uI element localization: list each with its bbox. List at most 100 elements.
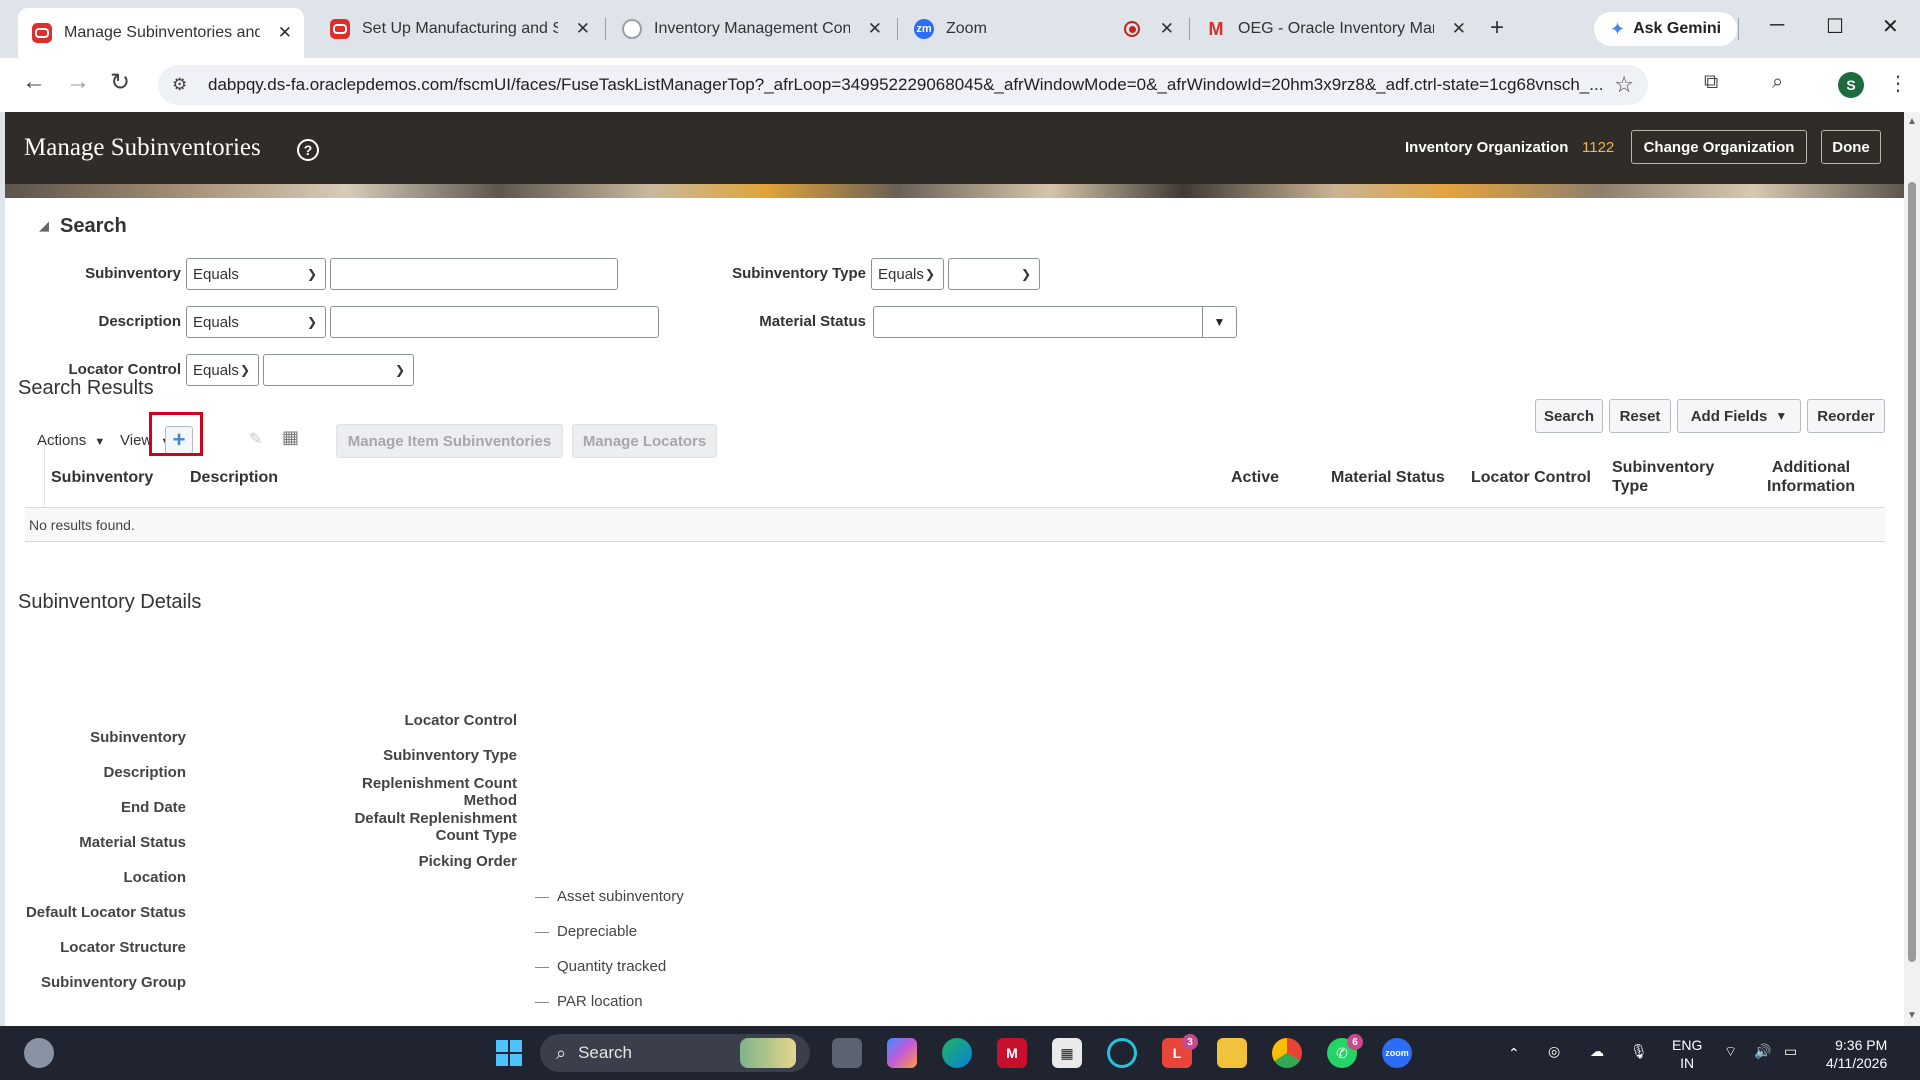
gemini-label: Ask Gemini	[1633, 20, 1722, 37]
description-operator-select[interactable]: Equals ❯	[186, 306, 326, 338]
locator-control-operator-select[interactable]: Equals ❯	[186, 354, 259, 386]
close-icon[interactable]: ✕	[1160, 19, 1174, 39]
scrollbar-thumb[interactable]	[1908, 182, 1916, 962]
zoom-icon[interactable]: zoom	[1382, 1038, 1412, 1068]
copilot-icon[interactable]	[887, 1038, 917, 1068]
windows-start-icon[interactable]	[494, 1038, 524, 1068]
extensions-icon[interactable]: ⧉	[1704, 71, 1718, 94]
language-indicator[interactable]: ENG IN	[1672, 1036, 1702, 1072]
bookmark-star-icon[interactable]: ☆	[1614, 72, 1634, 98]
onedrive-icon[interactable]: ☁	[1590, 1042, 1604, 1060]
label-line: Default Replenishment	[354, 810, 517, 827]
tab-separator	[1189, 18, 1190, 40]
zoom-icon: zm	[914, 19, 934, 39]
close-icon[interactable]: ✕	[576, 19, 590, 39]
address-bar[interactable]: ⚙ dabpqy.ds-fa.oraclepdemos.com/fscmUI/f…	[158, 65, 1648, 105]
operator-value: Equals	[193, 265, 239, 283]
subinventory-operator-select[interactable]: Equals ❯	[186, 258, 326, 290]
subinventory-details-title: Subinventory Details	[18, 591, 202, 613]
sync-icon[interactable]: ◎	[1548, 1042, 1560, 1060]
reload-icon[interactable]: ↻	[110, 68, 130, 97]
l-app-icon[interactable]: L3	[1162, 1034, 1198, 1068]
tab-setup-manufacturing[interactable]: Set Up Manufacturing and Sup ✕	[316, 10, 602, 48]
microsoft-store-icon[interactable]: ▦	[1052, 1038, 1082, 1068]
ask-gemini-button[interactable]: ✦ Ask Gemini	[1594, 12, 1738, 46]
tab-separator	[1738, 18, 1739, 40]
edge-icon[interactable]	[942, 1038, 972, 1068]
subinventory-type-value-select[interactable]: ❯	[948, 258, 1040, 290]
show-hidden-icons-icon[interactable]: ⌃	[1508, 1044, 1520, 1062]
chrome-icon[interactable]	[1272, 1038, 1302, 1068]
new-tab-icon[interactable]: +	[1490, 14, 1504, 42]
description-input[interactable]	[330, 306, 659, 338]
tab-separator	[897, 18, 898, 40]
scroll-up-icon[interactable]: ▲	[1907, 116, 1917, 127]
locator-control-label: Locator Control	[68, 361, 182, 378]
forward-icon[interactable]: →	[66, 68, 90, 96]
close-icon[interactable]: ✕	[868, 19, 882, 39]
profile-avatar[interactable]: S	[1838, 72, 1864, 98]
cortana-icon[interactable]	[1107, 1038, 1137, 1068]
close-icon[interactable]: ✕	[278, 23, 292, 43]
mcafee-icon[interactable]: M	[997, 1038, 1027, 1068]
dropdown-arrow-icon[interactable]: ▼	[1202, 307, 1236, 337]
tab-zoom[interactable]: zm Zoom ✕	[900, 10, 1186, 48]
detail-label-description: Description	[103, 764, 186, 781]
column-subinventory-type[interactable]: Subinventory Type	[1612, 458, 1714, 496]
back-icon[interactable]: ←	[22, 68, 46, 96]
material-status-label: Material Status	[759, 313, 866, 330]
scroll-down-icon[interactable]: ▼	[1907, 1010, 1917, 1021]
detach-table-icon[interactable]: ▦	[282, 427, 299, 448]
tab-inventory-config[interactable]: Inventory Management Config ✕	[608, 10, 894, 48]
subinventory-input[interactable]	[330, 258, 618, 290]
reorder-button[interactable]: Reorder	[1807, 399, 1885, 433]
maximize-icon[interactable]: ☐	[1826, 14, 1844, 39]
detail-label-picking-order: Picking Order	[418, 853, 517, 870]
language-line: ENG	[1672, 1037, 1703, 1053]
close-icon[interactable]: ✕	[1452, 19, 1466, 39]
microphone-icon[interactable]: 🎙	[1630, 1042, 1648, 1060]
tab-title: Manage Subinventories and Lo	[64, 24, 260, 41]
dropdown-arrow-icon: ▼	[1775, 409, 1788, 423]
column-description[interactable]: Description	[190, 468, 278, 487]
page-scrollbar[interactable]: ▲ ▼	[1904, 112, 1920, 1026]
search-button[interactable]: Search	[1535, 399, 1603, 433]
volume-icon[interactable]: 🔊	[1754, 1042, 1771, 1060]
browser-tab-strip: Manage Subinventories and Lo ✕ Set Up Ma…	[0, 0, 1920, 58]
locator-control-value-select[interactable]: ❯	[263, 354, 414, 386]
battery-icon[interactable]: ▭	[1784, 1042, 1797, 1060]
dash-icon	[535, 966, 549, 968]
site-settings-icon[interactable]: ⚙	[172, 75, 194, 95]
minimize-icon[interactable]: ─	[1770, 14, 1784, 37]
dash-icon	[535, 931, 549, 933]
wifi-icon[interactable]: ⌔	[1724, 1042, 1737, 1060]
column-material-status[interactable]: Material Status	[1331, 468, 1445, 487]
help-icon[interactable]: ?	[297, 139, 319, 161]
window-close-icon[interactable]: ✕	[1882, 14, 1899, 39]
tab-manage-subinventories[interactable]: Manage Subinventories and Lo ✕	[18, 8, 304, 58]
add-fields-button[interactable]: Add Fields ▼	[1677, 399, 1801, 433]
subinventory-type-operator-select[interactable]: Equals ❯	[871, 258, 944, 290]
page-title: Manage Subinventories	[24, 134, 261, 161]
column-locator-control[interactable]: Locator Control	[1471, 468, 1591, 487]
whatsapp-icon[interactable]: ✆ 6	[1327, 1034, 1363, 1068]
menu-kebab-icon[interactable]: ⋮	[1888, 71, 1908, 96]
file-explorer-icon[interactable]	[1217, 1038, 1247, 1068]
column-active[interactable]: Active	[1231, 468, 1279, 487]
windows-taskbar: ⌕ Search M ▦ L3 ✆ 6 zoom ⌃ ◎ ☁ 🎙 ENG IN ⌔…	[0, 1026, 1920, 1080]
material-status-combobox[interactable]: ▼	[873, 306, 1237, 338]
column-additional-information[interactable]: Additional Information	[1767, 458, 1855, 496]
change-organization-button[interactable]: Change Organization	[1631, 130, 1807, 164]
taskbar-search[interactable]: ⌕ Search	[540, 1034, 810, 1072]
column-subinventory[interactable]: Subinventory	[51, 468, 153, 487]
task-view-icon[interactable]	[832, 1038, 862, 1068]
reset-button[interactable]: Reset	[1609, 399, 1671, 433]
collapse-triangle-icon[interactable]: ◢	[39, 218, 49, 234]
clock[interactable]: 9:36 PM 4/11/2026	[1826, 1036, 1887, 1072]
tab-oeg-gmail[interactable]: M OEG - Oracle Inventory Manag ✕	[1192, 10, 1478, 48]
weather-icon[interactable]	[24, 1038, 54, 1068]
tab-search-icon[interactable]: ⌕	[1772, 71, 1783, 94]
detail-label-replenishment-count-method: Replenishment Count Method	[305, 775, 517, 809]
clock-time: 9:36 PM	[1835, 1037, 1888, 1053]
done-button[interactable]: Done	[1821, 130, 1881, 164]
